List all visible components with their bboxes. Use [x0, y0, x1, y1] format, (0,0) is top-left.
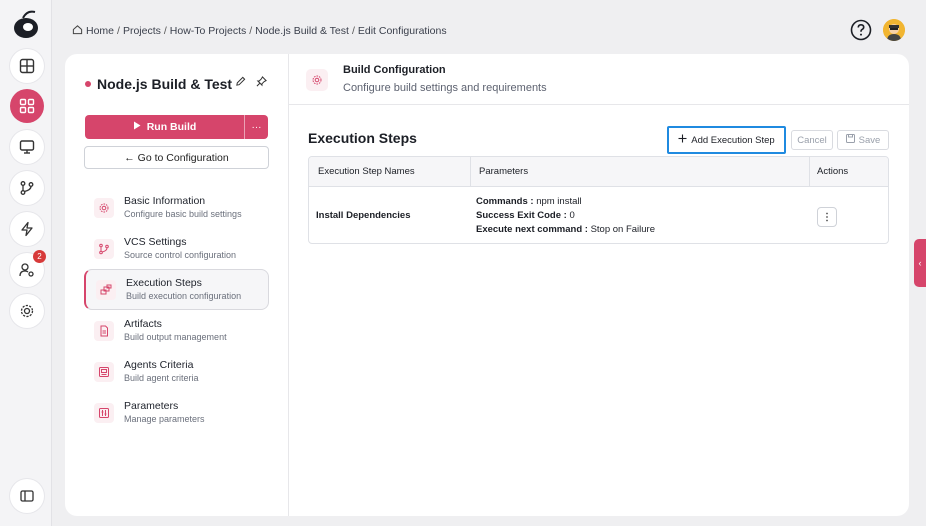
- gear-icon: [306, 69, 328, 91]
- breadcrumb-separator: /: [163, 25, 167, 37]
- nav-item-title: Parameters: [124, 400, 179, 412]
- param-commands: Commands : npm install: [476, 195, 655, 209]
- agent-icon: [94, 361, 114, 382]
- icon-rail: 2: [0, 0, 52, 526]
- breadcrumb-projects[interactable]: Projects: [123, 25, 161, 37]
- column-header-parameters: Parameters: [479, 166, 529, 177]
- nav-item-title: Execution Steps: [126, 277, 202, 289]
- nav-item-title: Basic Information: [124, 195, 206, 207]
- nav-item-subtitle: Build execution configuration: [126, 291, 242, 301]
- help-icon[interactable]: [850, 19, 872, 41]
- nav-item-vcs-settings[interactable]: VCS Settings Source control configuratio…: [84, 228, 269, 269]
- nav-item-subtitle: Configure basic build settings: [124, 209, 242, 219]
- project-name: Node.js Build & Test: [97, 76, 233, 92]
- content-header: Build Configuration Configure build sett…: [289, 54, 909, 105]
- play-icon: [133, 121, 141, 133]
- nav-item-agents-criteria[interactable]: Agents Criteria Build agent criteria: [84, 351, 269, 392]
- param-exit-code: Success Exit Code : 0: [476, 209, 655, 223]
- breadcrumb-current: Edit Configurations: [357, 25, 447, 37]
- param-next-command: Execute next command : Stop on Failure: [476, 223, 655, 237]
- lightning-icon[interactable]: [10, 212, 44, 246]
- kebab-icon: [826, 212, 828, 222]
- nav-item-execution-steps[interactable]: Execution Steps Build execution configur…: [84, 269, 269, 310]
- param-label: Success Exit Code :: [476, 210, 567, 221]
- run-options-button[interactable]: ···: [244, 115, 268, 139]
- breadcrumb-how-to-projects[interactable]: How-To Projects: [170, 25, 246, 37]
- nav-item-basic-information[interactable]: Basic Information Configure basic build …: [84, 187, 269, 228]
- save-icon: [845, 134, 855, 146]
- dashboard-icon[interactable]: [10, 49, 44, 83]
- table-header: Execution Step Names Parameters Actions: [309, 157, 888, 187]
- param-label: Commands :: [476, 196, 534, 207]
- breadcrumb-project[interactable]: Node.js Build & Test: [255, 25, 349, 37]
- main-card: Node.js Build & Test Run Build ··· ← Go …: [65, 54, 909, 516]
- column-divider: [470, 157, 471, 187]
- users-settings-icon[interactable]: 2: [10, 250, 46, 287]
- content-area: Build Configuration Configure build sett…: [289, 54, 909, 516]
- column-header-step-names: Execution Step Names: [318, 166, 415, 177]
- nav-item-parameters[interactable]: Parameters Manage parameters: [84, 392, 269, 433]
- status-dot: [85, 81, 91, 87]
- cancel-button[interactable]: Cancel: [791, 130, 833, 150]
- nav-item-title: Agents Criteria: [124, 359, 194, 371]
- nav-item-subtitle: Source control configuration: [124, 250, 237, 260]
- breadcrumb-home[interactable]: Home: [86, 25, 114, 37]
- chevron-left-icon: ‹: [918, 258, 922, 268]
- nav-item-subtitle: Build agent criteria: [124, 373, 199, 383]
- steps-icon: [96, 279, 116, 300]
- save-button[interactable]: Save: [837, 130, 889, 150]
- pin-icon[interactable]: [256, 76, 267, 90]
- execution-steps-table: Execution Step Names Parameters Actions …: [308, 156, 889, 244]
- param-value: npm install: [536, 196, 582, 207]
- panel-toggle-icon[interactable]: [10, 479, 44, 513]
- project-actions: [235, 76, 267, 90]
- add-execution-step-label: Add Execution Step: [691, 134, 775, 146]
- vcs-branch-icon[interactable]: [10, 171, 44, 205]
- column-header-actions: Actions: [817, 166, 849, 177]
- avatar[interactable]: [883, 19, 905, 41]
- header-subtitle: Configure build settings and requirement…: [343, 82, 547, 94]
- section-title: Execution Steps: [308, 130, 417, 146]
- notification-badge: 2: [33, 250, 46, 263]
- logo-icon[interactable]: [9, 8, 43, 42]
- param-value: Stop on Failure: [590, 224, 655, 235]
- save-label: Save: [858, 134, 881, 146]
- gear-icon[interactable]: [10, 294, 44, 328]
- nav-item-subtitle: Manage parameters: [124, 414, 205, 424]
- nav-item-artifacts[interactable]: Artifacts Build output management: [84, 310, 269, 351]
- breadcrumb-separator: /: [249, 25, 253, 37]
- run-build-label: Run Build: [146, 121, 197, 133]
- breadcrumb: Home / Projects / How-To Projects / Node…: [72, 24, 447, 38]
- param-label: Execute next command :: [476, 224, 588, 235]
- go-to-configuration-button[interactable]: ← Go to Configuration: [84, 146, 269, 169]
- header-title: Build Configuration: [343, 64, 446, 76]
- nav-item-subtitle: Build output management: [124, 332, 227, 342]
- param-value: 0: [569, 210, 575, 221]
- row-actions-button[interactable]: [817, 207, 837, 227]
- run-build-main[interactable]: Run Build: [85, 115, 244, 139]
- home-icon[interactable]: [72, 24, 83, 38]
- gear-icon: [94, 197, 114, 218]
- column-divider: [809, 157, 810, 187]
- project-title: Node.js Build & Test: [85, 76, 232, 92]
- config-nav: Basic Information Configure basic build …: [84, 187, 269, 433]
- nav-item-title: VCS Settings: [124, 236, 187, 248]
- file-icon: [94, 320, 114, 341]
- plus-icon: [678, 134, 687, 146]
- breadcrumb-separator: /: [117, 25, 120, 37]
- add-execution-step-button[interactable]: Add Execution Step: [667, 126, 786, 154]
- run-build-button[interactable]: Run Build ···: [85, 115, 268, 139]
- vcs-branch-icon: [94, 238, 114, 259]
- nav-item-title: Artifacts: [124, 318, 162, 330]
- apps-icon[interactable]: [10, 89, 44, 123]
- parameters-icon: [94, 402, 114, 423]
- side-panel-toggle[interactable]: ‹: [914, 239, 926, 287]
- edit-icon[interactable]: [235, 76, 246, 90]
- step-parameters: Commands : npm install Success Exit Code…: [476, 195, 655, 237]
- step-name: Install Dependencies: [316, 210, 411, 221]
- monitor-icon[interactable]: [10, 130, 44, 164]
- config-sidebar: Node.js Build & Test Run Build ··· ← Go …: [65, 54, 289, 516]
- breadcrumb-separator: /: [351, 25, 355, 37]
